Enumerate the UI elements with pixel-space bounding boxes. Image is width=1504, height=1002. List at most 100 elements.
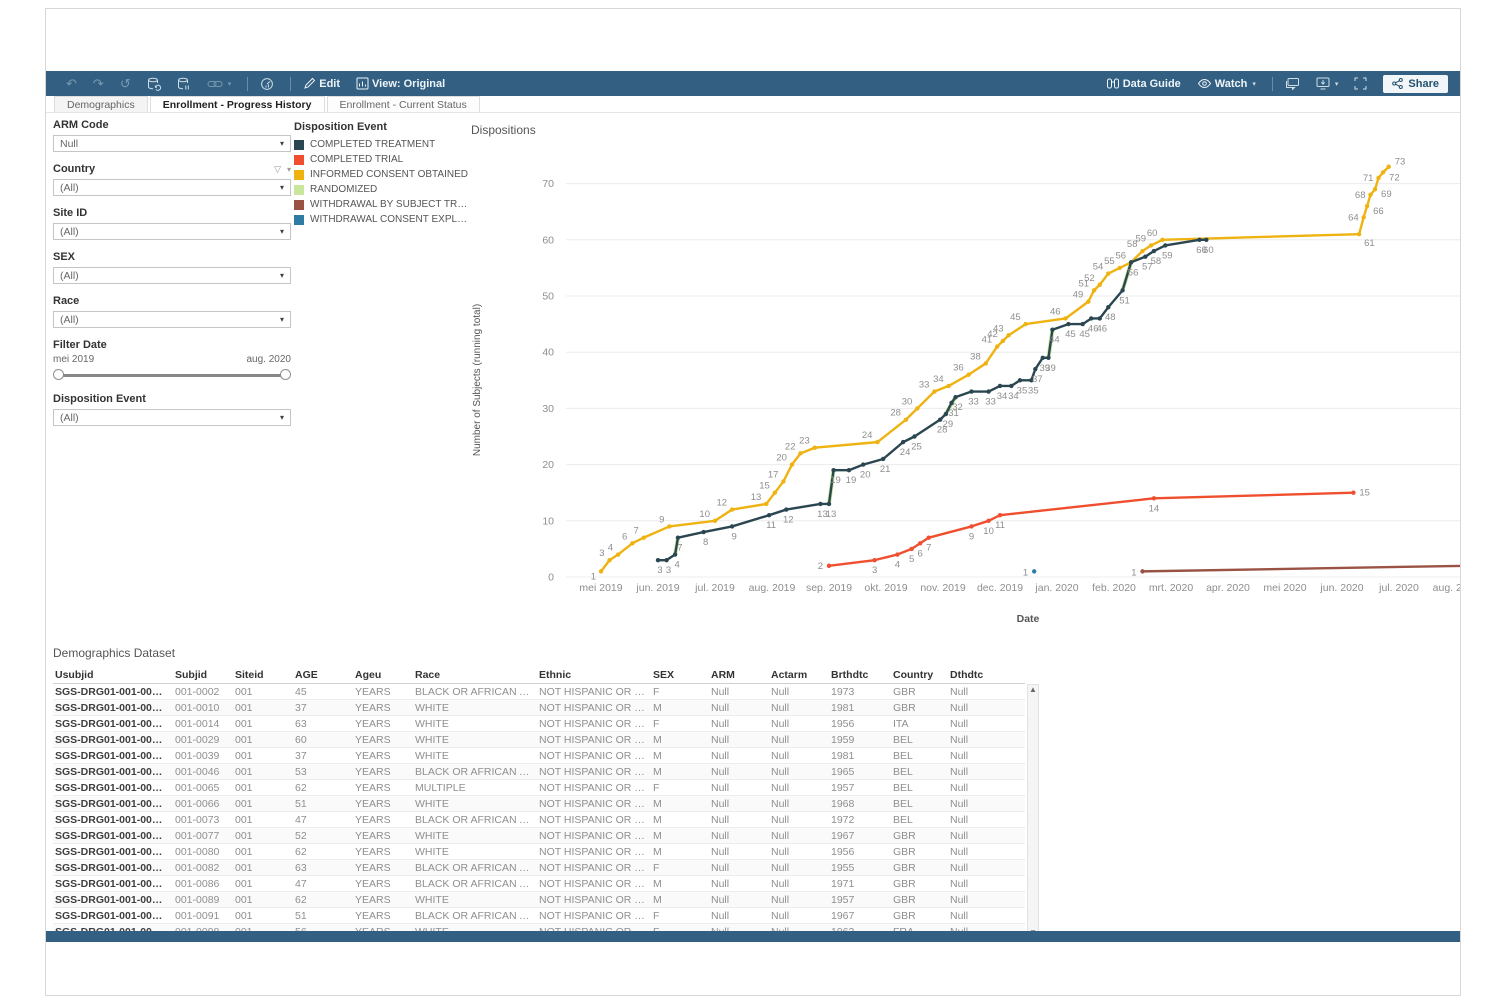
data-point[interactable]: [1368, 193, 1372, 197]
data-point[interactable]: [781, 479, 785, 483]
table-row[interactable]: SGS-DRG01-001-001-0065001-006500162YEARS…: [53, 780, 1025, 796]
data-point[interactable]: [966, 372, 970, 376]
data-point[interactable]: [818, 502, 822, 506]
data-point[interactable]: [1089, 316, 1093, 320]
slider-track[interactable]: [58, 374, 286, 377]
data-point[interactable]: [1197, 238, 1201, 242]
data-point[interactable]: [1351, 491, 1355, 495]
data-point[interactable]: [1143, 254, 1147, 258]
data-point[interactable]: [1357, 232, 1361, 236]
data-point[interactable]: [872, 558, 876, 562]
undo-button[interactable]: ↶: [66, 77, 77, 90]
table-row[interactable]: SGS-DRG01-001-001-0066001-006600151YEARS…: [53, 796, 1025, 812]
data-point[interactable]: [607, 558, 611, 562]
data-point[interactable]: [1129, 260, 1133, 264]
data-point[interactable]: [1106, 271, 1110, 275]
data-point[interactable]: [927, 535, 931, 539]
data-point[interactable]: [1361, 215, 1365, 219]
table-row[interactable]: SGS-DRG01-001-001-0029001-002900160YEARS…: [53, 732, 1025, 748]
data-point[interactable]: [1140, 249, 1144, 253]
tab-enrollment-current-status[interactable]: Enrollment - Current Status: [327, 96, 480, 112]
slider-handle-start[interactable]: [53, 369, 64, 380]
data-guide-button[interactable]: Data Guide: [1106, 77, 1181, 90]
data-point[interactable]: [969, 524, 973, 528]
data-point[interactable]: [1204, 238, 1208, 242]
data-point[interactable]: [790, 462, 794, 466]
data-point[interactable]: [1001, 339, 1005, 343]
data-point[interactable]: [1160, 238, 1164, 242]
data-point[interactable]: [1092, 288, 1096, 292]
data-point[interactable]: [1120, 288, 1124, 292]
slider-handle-end[interactable]: [280, 369, 291, 380]
filter-select[interactable]: (All)▾: [53, 267, 291, 284]
column-header[interactable]: Dthdtc: [948, 669, 1025, 681]
filter-select[interactable]: (All)▾: [53, 179, 291, 196]
data-point[interactable]: [813, 446, 817, 450]
table-row[interactable]: SGS-DRG01-001-001-0089001-008900162YEARS…: [53, 892, 1025, 908]
dispositions-chart[interactable]: 010203040506070mei 2019jun. 2019jul. 201…: [466, 137, 1461, 642]
legend-item[interactable]: WITHDRAWAL CONSENT EXPLOR...: [294, 214, 469, 225]
column-header[interactable]: Usubjid: [53, 669, 173, 681]
column-header[interactable]: Race: [413, 669, 537, 681]
filter-select[interactable]: (All)▾: [53, 311, 291, 328]
data-point[interactable]: [1050, 328, 1054, 332]
data-point[interactable]: [918, 541, 922, 545]
data-point[interactable]: [1376, 176, 1380, 180]
data-point[interactable]: [1033, 367, 1037, 371]
legend-item[interactable]: INFORMED CONSENT OBTAINED: [294, 169, 469, 180]
data-point[interactable]: [947, 384, 951, 388]
table-row[interactable]: SGS-DRG01-001-001-0014001-001400163YEARS…: [53, 716, 1025, 732]
table-row[interactable]: SGS-DRG01-001-001-0039001-003900137YEARS…: [53, 748, 1025, 764]
share-button[interactable]: Share: [1383, 75, 1448, 93]
scroll-up-icon[interactable]: ▲: [1029, 685, 1037, 695]
legend-item[interactable]: RANDOMIZED: [294, 184, 469, 195]
redo-button[interactable]: ↷: [93, 77, 104, 90]
data-point[interactable]: [730, 507, 734, 511]
data-point[interactable]: [773, 491, 777, 495]
data-point[interactable]: [909, 547, 913, 551]
data-point[interactable]: [1023, 322, 1027, 326]
legend-item[interactable]: WITHDRAWAL BY SUBJECT TRIAL: [294, 199, 469, 210]
pause-updates-button[interactable]: [177, 77, 191, 91]
data-point[interactable]: [1098, 316, 1102, 320]
legend-item[interactable]: COMPLETED TRIAL: [294, 154, 469, 165]
data-point[interactable]: [1163, 243, 1167, 247]
data-point[interactable]: [1009, 384, 1013, 388]
data-point[interactable]: [676, 535, 680, 539]
date-range-slider[interactable]: [53, 368, 291, 382]
data-point[interactable]: [847, 468, 851, 472]
filter-select[interactable]: (All)▾: [53, 409, 291, 426]
chevron-down-icon[interactable]: ▾: [287, 165, 291, 174]
data-point[interactable]: [1018, 378, 1022, 382]
column-header[interactable]: SEX: [651, 669, 709, 681]
data-point[interactable]: [784, 507, 788, 511]
table-row[interactable]: SGS-DRG01-001-001-0080001-008000162YEARS…: [53, 844, 1025, 860]
table-row[interactable]: SGS-DRG01-001-001-0010001-001000137YEARS…: [53, 700, 1025, 716]
data-point[interactable]: [1365, 204, 1369, 208]
table-scrollbar[interactable]: ▲ ▼: [1027, 684, 1039, 939]
data-point[interactable]: [984, 361, 988, 365]
tab-demographics[interactable]: Demographics: [54, 96, 148, 112]
comments-button[interactable]: [1285, 77, 1300, 90]
data-point[interactable]: [667, 524, 671, 528]
data-point[interactable]: [630, 541, 634, 545]
table-row[interactable]: SGS-DRG01-001-001-0077001-007700152YEARS…: [53, 828, 1025, 844]
data-point[interactable]: [1106, 305, 1110, 309]
data-point[interactable]: [656, 558, 660, 562]
link-button[interactable]: ▾: [207, 78, 232, 90]
funnel-icon[interactable]: ▽: [274, 164, 281, 175]
data-point[interactable]: [642, 535, 646, 539]
data-point[interactable]: [986, 389, 990, 393]
data-point[interactable]: [827, 502, 831, 506]
data-point[interactable]: [932, 389, 936, 393]
column-header[interactable]: Country: [891, 669, 948, 681]
data-point[interactable]: [1381, 170, 1385, 174]
table-row[interactable]: SGS-DRG01-001-001-0073001-007300147YEARS…: [53, 812, 1025, 828]
series-line[interactable]: [829, 493, 1353, 566]
fullscreen-button[interactable]: [1354, 77, 1367, 90]
data-point[interactable]: [1066, 322, 1070, 326]
data-point[interactable]: [713, 519, 717, 523]
data-point[interactable]: [998, 384, 1002, 388]
data-point[interactable]: [1140, 569, 1144, 573]
column-header[interactable]: AGE: [293, 669, 353, 681]
